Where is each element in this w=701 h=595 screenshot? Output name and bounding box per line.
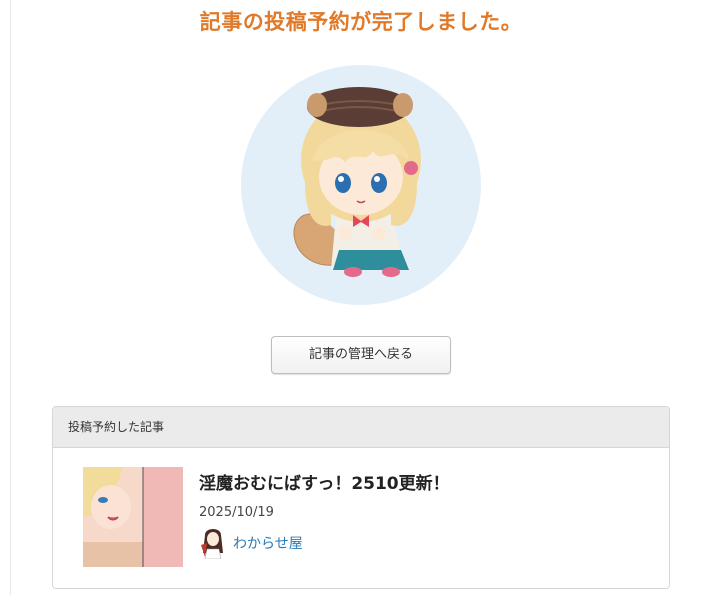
thumbnail-image — [83, 467, 183, 567]
post-date: 2025/10/19 — [199, 505, 274, 520]
mascot-illustration — [241, 65, 481, 305]
post-author-link[interactable]: わからせ屋 — [199, 527, 303, 559]
scheduled-post-panel: 投稿予約した記事 淫魔おむにばすっ！2510更新！ 2025/10/19 わから… — [52, 406, 670, 589]
left-divider — [10, 0, 11, 595]
completion-heading: 記事の投稿予約が完了しました。 — [199, 10, 523, 34]
author-name: わからせ屋 — [233, 536, 303, 552]
post-thumbnail[interactable] — [83, 467, 183, 567]
page: 記事の投稿予約が完了しました。 記事の管理へ戻る 投稿予約した記事 淫魔おむにば… — [0, 0, 701, 595]
panel-heading: 投稿予約した記事 — [53, 407, 669, 448]
back-to-articles-button[interactable]: 記事の管理へ戻る — [271, 336, 451, 374]
mascot-image — [293, 87, 421, 277]
post-title-link[interactable]: 淫魔おむにばすっ！2510更新！ — [199, 469, 450, 494]
author-avatar — [201, 529, 223, 559]
